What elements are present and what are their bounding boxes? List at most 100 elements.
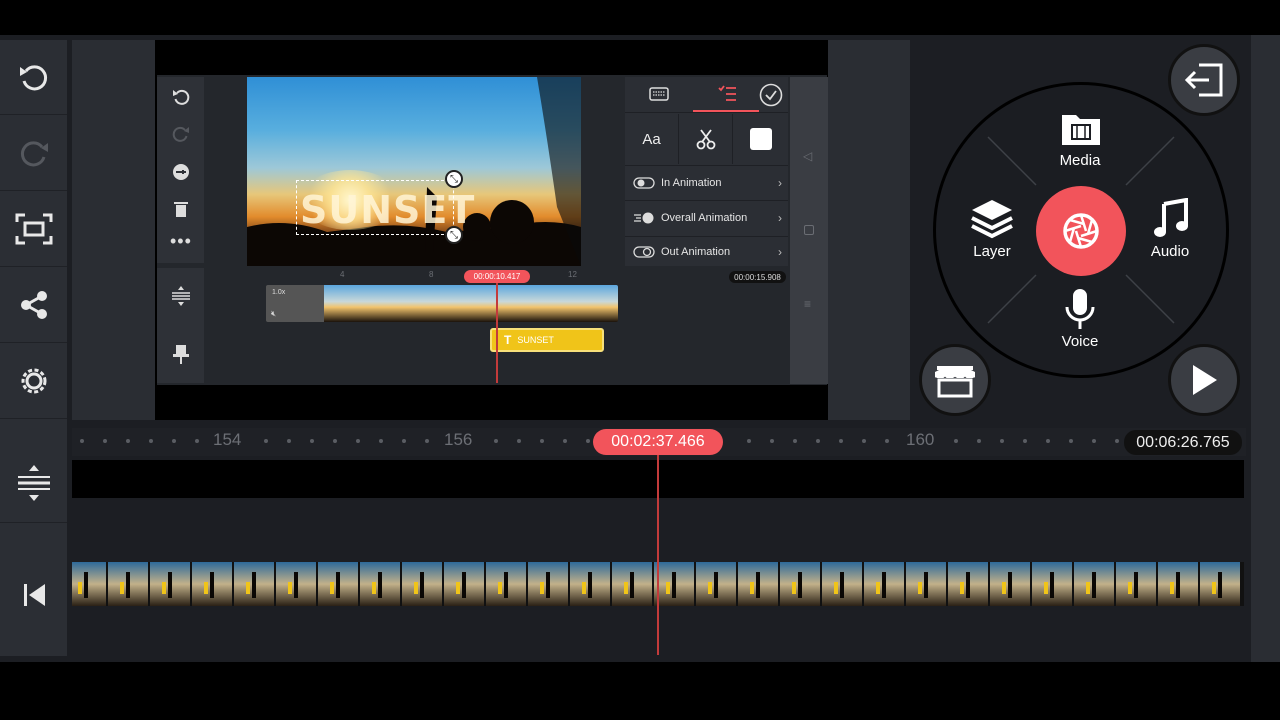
asset-store-button[interactable] bbox=[919, 344, 991, 416]
text-layer-mark bbox=[540, 582, 544, 594]
more-icon[interactable]: ••• bbox=[170, 231, 192, 252]
nav-home-icon[interactable] bbox=[804, 225, 814, 235]
ruler-tick bbox=[1046, 439, 1050, 443]
voice-label: Voice bbox=[1061, 333, 1099, 350]
text-layer-mark bbox=[624, 582, 628, 594]
text-layer-clip[interactable]: T SUNSET bbox=[490, 328, 604, 352]
text-layer-mark bbox=[246, 582, 250, 594]
share-button[interactable] bbox=[0, 268, 67, 343]
jump-to-start-button[interactable] bbox=[0, 555, 67, 635]
scissors-icon bbox=[696, 129, 715, 150]
keyframe-icon[interactable] bbox=[171, 162, 191, 182]
text-layer-mark bbox=[582, 582, 586, 594]
current-time-pill: 00:02:37.466 bbox=[593, 429, 723, 455]
layers-icon bbox=[971, 200, 1013, 239]
expand-vertical-icon[interactable] bbox=[170, 285, 192, 307]
ruler-tick bbox=[770, 439, 774, 443]
playhead[interactable] bbox=[657, 455, 659, 655]
text-layer-mark bbox=[1128, 582, 1132, 594]
layer-button[interactable] bbox=[970, 198, 1014, 245]
undo-icon[interactable] bbox=[171, 87, 191, 107]
undo-button[interactable] bbox=[0, 40, 67, 115]
pin-icon[interactable] bbox=[172, 343, 190, 365]
clip-thumb bbox=[1032, 562, 1072, 606]
text-layer-mark bbox=[1086, 582, 1090, 594]
clip-thumb bbox=[402, 562, 442, 606]
toggle-out-icon bbox=[633, 245, 655, 258]
ruler-tick bbox=[333, 439, 337, 443]
track-height-button[interactable] bbox=[0, 443, 67, 523]
keyboard-icon[interactable] bbox=[649, 87, 669, 101]
ruler-tick bbox=[1023, 439, 1027, 443]
gear-icon bbox=[21, 368, 46, 394]
text-layer-mark bbox=[204, 582, 208, 594]
option-in-animation[interactable]: In Animation › bbox=[625, 165, 788, 199]
nested-ruler-mark: 4 bbox=[340, 270, 345, 279]
record-button[interactable] bbox=[1036, 186, 1126, 276]
rotate-handle[interactable]: ⤡ bbox=[445, 170, 463, 188]
text-layer-mark bbox=[330, 582, 334, 594]
text-layer-mark bbox=[456, 582, 460, 594]
total-time-pill: 00:06:26.765 bbox=[1124, 430, 1242, 455]
exit-button[interactable] bbox=[1168, 44, 1240, 116]
media-button[interactable] bbox=[1058, 111, 1104, 152]
camera-shutter-icon bbox=[1063, 213, 1099, 249]
nav-back-icon[interactable]: ◁ bbox=[803, 149, 812, 163]
ruler-number: 160 bbox=[906, 430, 935, 449]
video-preview[interactable] bbox=[247, 77, 581, 266]
option-label: Overall Animation bbox=[661, 211, 748, 224]
nav-recent-icon[interactable]: ≡ bbox=[804, 297, 811, 311]
confirm-check-icon[interactable] bbox=[759, 83, 783, 107]
silhouette-mark bbox=[546, 572, 550, 598]
music-note-icon bbox=[1154, 197, 1188, 237]
chevron-right-icon: › bbox=[778, 244, 782, 259]
clip-thumb bbox=[822, 562, 862, 606]
nested-playhead[interactable] bbox=[496, 283, 498, 383]
ruler-tick bbox=[954, 439, 958, 443]
silhouette-mark bbox=[294, 572, 298, 598]
silhouette-mark bbox=[1050, 572, 1054, 598]
nested-video-clip[interactable]: 1.0x 🔇︎ bbox=[266, 285, 618, 322]
delete-icon[interactable] bbox=[171, 199, 191, 219]
fit-screen-button[interactable] bbox=[0, 192, 67, 267]
color-button[interactable] bbox=[733, 114, 788, 164]
media-folder-icon bbox=[1062, 115, 1100, 145]
resize-handle[interactable]: ⤡ bbox=[445, 226, 463, 244]
redo-icon[interactable] bbox=[171, 124, 191, 144]
color-swatch bbox=[749, 128, 772, 150]
total-time: 00:06:26.765 bbox=[1136, 433, 1230, 451]
nested-current-time: 00:00:10.417 bbox=[473, 272, 521, 281]
silhouette-mark bbox=[966, 572, 970, 598]
clip-speed: 1.0x bbox=[272, 289, 286, 296]
text-layer-mark bbox=[1044, 582, 1048, 594]
clip-thumb bbox=[1074, 562, 1114, 606]
text-selection-box[interactable] bbox=[296, 180, 454, 235]
voice-button[interactable] bbox=[1064, 287, 1096, 336]
active-tab-indicator bbox=[693, 110, 759, 112]
clip-thumb bbox=[612, 562, 652, 606]
play-icon bbox=[1193, 365, 1217, 395]
option-out-animation[interactable]: Out Animation › bbox=[625, 236, 788, 266]
silhouette-mark bbox=[168, 572, 172, 598]
silhouette-mark bbox=[420, 572, 424, 598]
redo-button[interactable] bbox=[0, 116, 67, 191]
clip-thumb bbox=[444, 562, 484, 606]
play-button[interactable] bbox=[1168, 344, 1240, 416]
option-overall-animation[interactable]: Overall Animation › bbox=[625, 200, 788, 234]
mute-icon: 🔇︎ bbox=[271, 309, 277, 318]
text-layer-mark bbox=[666, 582, 670, 594]
options-tab-bar bbox=[625, 77, 788, 113]
options-list-icon[interactable] bbox=[717, 85, 737, 103]
silhouette-mark bbox=[462, 572, 466, 598]
font-button[interactable]: Aa bbox=[625, 114, 679, 164]
split-button[interactable] bbox=[679, 114, 733, 164]
silhouette-mark bbox=[210, 572, 214, 598]
ruler-tick bbox=[310, 439, 314, 443]
text-layer-mark bbox=[288, 582, 292, 594]
silhouette-mark bbox=[336, 572, 340, 598]
settings-button[interactable] bbox=[0, 344, 67, 419]
audio-button[interactable] bbox=[1152, 197, 1188, 243]
ruler-number: 156 bbox=[444, 430, 473, 449]
clip-thumb bbox=[528, 562, 568, 606]
ruler-tick bbox=[356, 439, 360, 443]
